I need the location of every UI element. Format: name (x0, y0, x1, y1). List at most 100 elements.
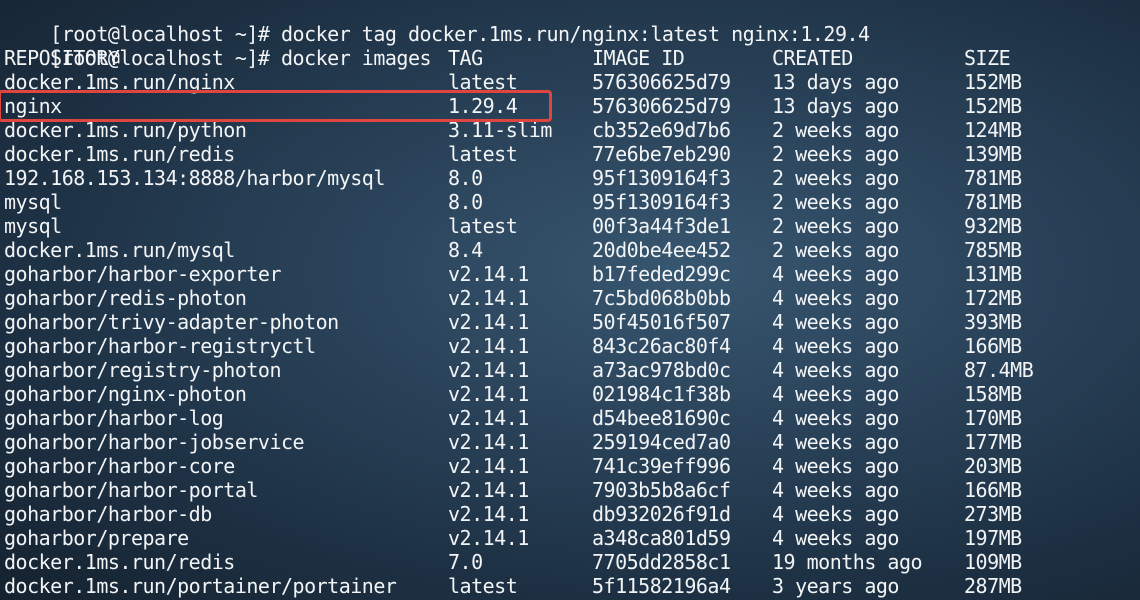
cell-image-id: 576306625d79 (592, 70, 731, 94)
cell-size: 781MB (964, 190, 1022, 214)
cell-repository: docker.1ms.run/python (4, 118, 247, 142)
cell-tag: v2.14.1 (448, 310, 529, 334)
cell-repository: goharbor/registry-photon (4, 358, 281, 382)
table-header: REPOSITORY TAG IMAGE ID CREATED SIZE (4, 46, 1011, 70)
cell-repository: docker.1ms.run/redis (4, 142, 235, 166)
cell-image-id: 5f11582196a4 (592, 574, 731, 598)
cell-created: 4 weeks ago (772, 502, 899, 526)
cell-tag: v2.14.1 (448, 382, 529, 406)
cell-repository: goharbor/harbor-core (4, 454, 235, 478)
cell-tag: v2.14.1 (448, 526, 529, 550)
cell-size: 152MB (964, 94, 1022, 118)
cell-created: 4 weeks ago (772, 382, 899, 406)
cell-size: 273MB (964, 502, 1022, 526)
cell-size: 124MB (964, 118, 1022, 142)
cell-created: 4 weeks ago (772, 406, 899, 430)
cell-created: 4 weeks ago (772, 526, 899, 550)
cell-size: 166MB (964, 334, 1022, 358)
cell-tag: v2.14.1 (448, 454, 529, 478)
cell-repository: mysql (4, 190, 62, 214)
cell-repository: 192.168.153.134:8888/harbor/mysql (4, 166, 385, 190)
header-size: SIZE (964, 46, 1011, 70)
cell-size: 109MB (964, 550, 1022, 574)
cell-image-id: 7903b5b8a6cf (592, 478, 731, 502)
cell-image-id: 741c39eff996 (592, 454, 731, 478)
cell-tag: latest (448, 214, 518, 238)
cell-created: 2 weeks ago (772, 190, 899, 214)
cell-size: 158MB (964, 382, 1022, 406)
cell-created: 4 weeks ago (772, 262, 899, 286)
cell-image-id: 95f1309164f3 (592, 190, 731, 214)
cell-created: 2 weeks ago (772, 166, 899, 190)
header-tag: TAG (448, 46, 483, 70)
cell-size: 393MB (964, 310, 1022, 334)
cell-tag: v2.14.1 (448, 334, 529, 358)
cell-size: 785MB (964, 238, 1022, 262)
cell-repository: goharbor/harbor-jobservice (4, 430, 305, 454)
cell-tag: latest (448, 574, 518, 598)
cell-tag: 7.0 (448, 550, 483, 574)
cell-tag: 8.0 (448, 166, 483, 190)
cell-created: 4 weeks ago (772, 358, 899, 382)
cell-tag: latest (448, 142, 518, 166)
cell-size: 87.4MB (964, 358, 1034, 382)
cell-tag: v2.14.1 (448, 502, 529, 526)
cell-repository: goharbor/harbor-registryctl (4, 334, 316, 358)
cell-tag: v2.14.1 (448, 430, 529, 454)
cell-tag: 3.11-slim (448, 118, 552, 142)
cell-created: 4 weeks ago (772, 454, 899, 478)
cell-image-id: 77e6be7eb290 (592, 142, 731, 166)
cell-created: 19 months ago (772, 550, 923, 574)
cell-image-id: 021984c1f38b (592, 382, 731, 406)
cell-tag: v2.14.1 (448, 286, 529, 310)
cell-size: 287MB (964, 574, 1022, 598)
cell-image-id: 7c5bd068b0bb (592, 286, 731, 310)
cell-repository: goharbor/redis-photon (4, 286, 247, 310)
header-repository: REPOSITORY (4, 46, 120, 70)
cell-tag: latest (448, 70, 518, 94)
command-line-tag: [root@localhost ~]# docker tag docker.1m… (4, 0, 870, 46)
cell-tag: 1.29.4 (448, 94, 518, 118)
cell-repository: mysql (4, 214, 62, 238)
cell-created: 4 weeks ago (772, 334, 899, 358)
cell-created: 2 weeks ago (772, 142, 899, 166)
cell-tag: v2.14.1 (448, 262, 529, 286)
cell-image-id: 843c26ac80f4 (592, 334, 731, 358)
cell-repository: goharbor/harbor-log (4, 406, 224, 430)
cell-repository: goharbor/harbor-portal (4, 478, 258, 502)
cell-size: 152MB (964, 70, 1022, 94)
cell-image-id: a348ca801d59 (592, 526, 731, 550)
cell-tag: v2.14.1 (448, 478, 529, 502)
cell-image-id: cb352e69d7b6 (592, 118, 731, 142)
cell-tag: 8.0 (448, 190, 483, 214)
cell-image-id: 7705dd2858c1 (592, 550, 731, 574)
cell-tag: 8.4 (448, 238, 483, 262)
cell-size: 166MB (964, 478, 1022, 502)
cell-created: 3 years ago (772, 574, 899, 598)
cell-image-id: 95f1309164f3 (592, 166, 731, 190)
cell-image-id: 20d0be4ee452 (592, 238, 731, 262)
cell-created: 4 weeks ago (772, 430, 899, 454)
cell-image-id: d54bee81690c (592, 406, 731, 430)
cell-repository: docker.1ms.run/redis (4, 550, 235, 574)
cell-size: 177MB (964, 430, 1022, 454)
cell-repository: goharbor/trivy-adapter-photon (4, 310, 339, 334)
cell-repository: goharbor/nginx-photon (4, 382, 247, 406)
command-text: docker images (281, 46, 432, 70)
cell-created: 13 days ago (772, 94, 899, 118)
cell-image-id: db932026f91d (592, 502, 731, 526)
cell-created: 4 weeks ago (772, 478, 899, 502)
cell-created: 2 weeks ago (772, 118, 899, 142)
cell-created: 2 weeks ago (772, 214, 899, 238)
cell-repository: docker.1ms.run/portainer/portainer (4, 574, 397, 598)
cell-size: 139MB (964, 142, 1022, 166)
header-created: CREATED (772, 46, 853, 70)
cell-repository: docker.1ms.run/mysql (4, 238, 235, 262)
cell-image-id: 576306625d79 (592, 94, 731, 118)
terminal-window[interactable]: [root@localhost ~]# docker tag docker.1m… (0, 0, 1140, 600)
cell-repository: docker.1ms.run/nginx (4, 70, 235, 94)
cell-repository: goharbor/prepare (4, 526, 189, 550)
cell-repository: goharbor/harbor-exporter (4, 262, 281, 286)
cell-size: 131MB (964, 262, 1022, 286)
cell-repository: nginx (4, 94, 62, 118)
